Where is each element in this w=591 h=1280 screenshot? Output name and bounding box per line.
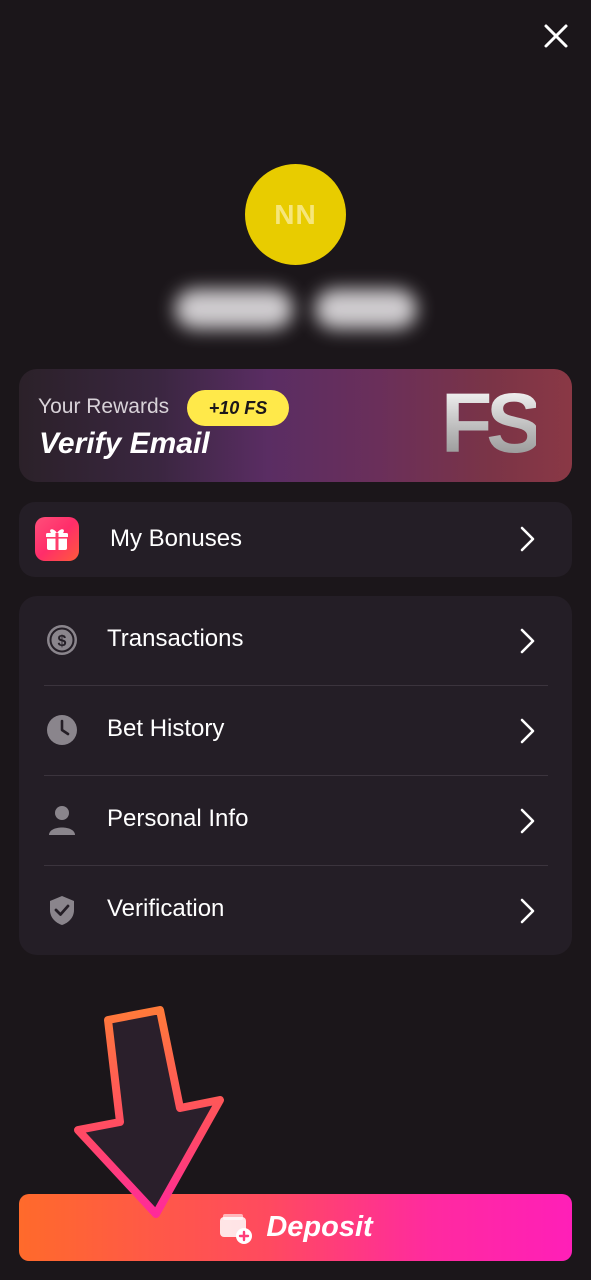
gift-icon xyxy=(35,517,79,561)
close-button[interactable] xyxy=(538,18,574,54)
shield-check-icon xyxy=(50,896,74,925)
chevron-right-icon xyxy=(520,628,535,654)
menu-item-label: Personal Info xyxy=(107,805,249,832)
dollar-coin-icon: $ xyxy=(47,625,77,655)
avatar-initials: NN xyxy=(274,198,317,230)
chevron-right-icon xyxy=(520,526,535,552)
menu-item-label: Verification xyxy=(107,895,225,922)
rewards-label: Your Rewards xyxy=(38,395,170,418)
menu-item-transactions[interactable]: $ Transactions xyxy=(19,596,572,685)
svg-text:$: $ xyxy=(58,633,67,650)
username-redacted xyxy=(158,276,434,342)
deposit-label: Deposit xyxy=(266,1211,373,1243)
chevron-right-icon xyxy=(520,898,535,924)
my-bonuses-button[interactable]: My Bonuses xyxy=(19,502,572,577)
chevron-right-icon xyxy=(520,718,535,744)
fs-logo: FS xyxy=(441,376,542,470)
menu-item-bet-history[interactable]: Bet History xyxy=(19,686,572,775)
rewards-title: Verify Email xyxy=(39,427,210,460)
menu-item-personal-info[interactable]: Personal Info xyxy=(19,776,572,865)
person-icon xyxy=(49,806,75,835)
menu-item-label: Transactions xyxy=(107,625,244,652)
close-icon xyxy=(544,24,568,48)
my-bonuses-label: My Bonuses xyxy=(110,525,243,552)
menu-item-label: Bet History xyxy=(107,715,225,742)
deposit-button[interactable]: Deposit xyxy=(19,1194,572,1261)
avatar: NN xyxy=(245,164,346,265)
clock-icon xyxy=(47,715,77,745)
chevron-right-icon xyxy=(520,808,535,834)
menu-item-verification[interactable]: Verification xyxy=(19,866,572,955)
wallet-add-icon xyxy=(220,1213,253,1244)
account-menu-list: $ Transactions Bet History Personal Info… xyxy=(19,596,572,955)
rewards-badge: +10 FS xyxy=(187,390,289,426)
account-menu-screen: NN Your Rewards +10 FS Verify Email FS M… xyxy=(0,0,591,1280)
rewards-card[interactable]: Your Rewards +10 FS Verify Email FS xyxy=(19,369,572,482)
